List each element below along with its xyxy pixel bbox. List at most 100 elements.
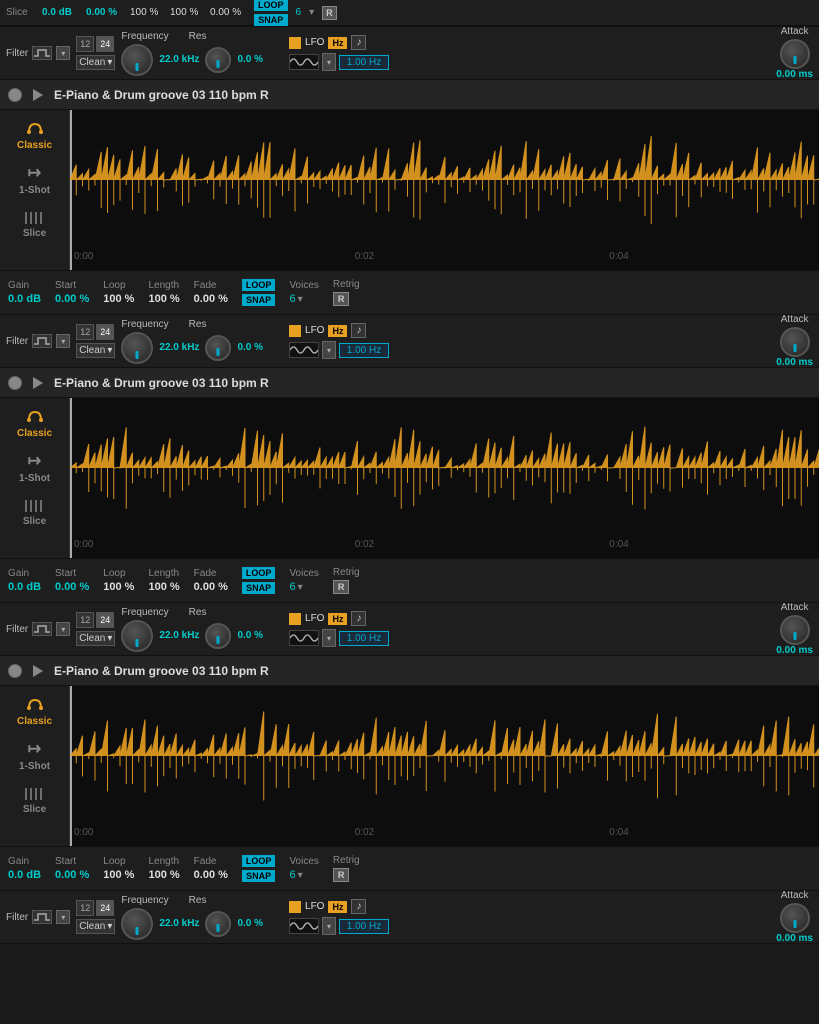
slice-btn-0[interactable]: Slice xyxy=(23,210,46,239)
loop-val-top[interactable]: 100 % xyxy=(130,7,162,18)
res-val-0[interactable]: 0.0 % xyxy=(237,54,263,65)
bit12-btn-track-0[interactable]: 12 xyxy=(76,324,94,340)
attack-knob-0[interactable] xyxy=(780,39,810,69)
oneshot-btn-2[interactable]: ↦ 1-Shot xyxy=(19,739,50,772)
voices-arrow-0[interactable]: ▾ xyxy=(298,294,303,305)
fade-val-2[interactable]: 0.00 % xyxy=(194,869,228,881)
clean-dropdown-0[interactable]: Clean ▾ xyxy=(76,55,115,70)
hz-btn-0[interactable]: Hz xyxy=(328,37,347,49)
attack-val-0[interactable]: 0.00 ms xyxy=(776,69,813,80)
freq-knob-track-0[interactable] xyxy=(121,332,153,364)
attack-knob-track-1[interactable] xyxy=(780,615,810,645)
start-val-0[interactable]: 0.00 % xyxy=(55,293,89,305)
length-val-1[interactable]: 100 % xyxy=(148,581,179,593)
filter-dropdown-track-2[interactable]: ▾ xyxy=(56,910,70,924)
wave-dropdown-track-1[interactable]: ▾ xyxy=(322,629,336,647)
wave-display-track-2[interactable] xyxy=(289,918,319,934)
start-val-2[interactable]: 0.00 % xyxy=(55,869,89,881)
track-status-circle-0[interactable] xyxy=(8,88,22,102)
filter-dropdown-0[interactable]: ▾ xyxy=(56,46,70,60)
gain-val-1[interactable]: 0.0 dB xyxy=(8,581,41,593)
classic-btn-1[interactable]: Classic xyxy=(17,406,52,439)
clean-dropdown-track-0[interactable]: Clean ▾ xyxy=(76,343,115,358)
wave-display-track-1[interactable] xyxy=(289,630,319,646)
attack-knob-track-0[interactable] xyxy=(780,327,810,357)
snap-button-1[interactable]: SNAP xyxy=(242,582,276,594)
res-val-track-1[interactable]: 0.0 % xyxy=(237,630,263,641)
oneshot-btn-0[interactable]: ↦ 1-Shot xyxy=(19,163,50,196)
slice-btn-2[interactable]: Slice xyxy=(23,786,46,815)
freq-knob-track-2[interactable] xyxy=(121,908,153,940)
gain-val-top[interactable]: 0.0 dB xyxy=(42,7,78,18)
hz-btn-track-2[interactable]: Hz xyxy=(328,901,347,913)
classic-btn-2[interactable]: Classic xyxy=(17,694,52,727)
start-val-1[interactable]: 0.00 % xyxy=(55,581,89,593)
freq-val-track-1[interactable]: 22.0 kHz xyxy=(159,630,199,641)
attack-val-track-1[interactable]: 0.00 ms xyxy=(776,645,813,656)
freq-knob-track-1[interactable] xyxy=(121,620,153,652)
filter-type-icon-0[interactable] xyxy=(32,46,52,60)
loop-button-top[interactable]: LOOP xyxy=(254,0,288,11)
waveform-area-2[interactable]: 0:00 0:02 0:04 xyxy=(70,686,819,846)
note-btn-track-2[interactable]: ♪ xyxy=(351,899,366,914)
wave-dropdown-track-2[interactable]: ▾ xyxy=(322,917,336,935)
voices-arrow-top[interactable]: ▾ xyxy=(309,7,314,18)
attack-val-track-2[interactable]: 0.00 ms xyxy=(776,933,813,944)
retrig-button-2[interactable]: R xyxy=(333,868,350,882)
note-btn-track-0[interactable]: ♪ xyxy=(351,323,366,338)
freq-val-0[interactable]: 22.0 kHz xyxy=(159,54,199,65)
gain-val-0[interactable]: 0.0 dB xyxy=(8,293,41,305)
classic-btn-0[interactable]: Classic xyxy=(17,118,52,151)
start-val-top[interactable]: 0.00 % xyxy=(86,7,122,18)
bit12-btn-track-2[interactable]: 12 xyxy=(76,900,94,916)
bit24-btn-track-1[interactable]: 24 xyxy=(96,612,114,628)
gain-val-2[interactable]: 0.0 dB xyxy=(8,869,41,881)
bit12-btn-track-1[interactable]: 12 xyxy=(76,612,94,628)
hz-btn-track-1[interactable]: Hz xyxy=(328,613,347,625)
hz-val-track-1[interactable]: 1.00 Hz xyxy=(339,631,389,646)
res-val-track-0[interactable]: 0.0 % xyxy=(237,342,263,353)
retrig-button-0[interactable]: R xyxy=(333,292,350,306)
retrig-button-top[interactable]: R xyxy=(322,6,337,20)
hz-val-0[interactable]: 1.00 Hz xyxy=(339,55,389,70)
play-button-2[interactable] xyxy=(30,663,46,679)
oneshot-btn-1[interactable]: ↦ 1-Shot xyxy=(19,451,50,484)
length-val-top[interactable]: 100 % xyxy=(170,7,202,18)
waveform-area-0[interactable]: 0:00 0:02 0:04 xyxy=(70,110,819,270)
play-button-1[interactable] xyxy=(30,375,46,391)
freq-val-track-2[interactable]: 22.0 kHz xyxy=(159,918,199,929)
attack-val-track-0[interactable]: 0.00 ms xyxy=(776,357,813,368)
attack-knob-track-2[interactable] xyxy=(780,903,810,933)
res-knob-track-2[interactable] xyxy=(205,911,231,937)
length-val-0[interactable]: 100 % xyxy=(148,293,179,305)
bit12-btn-0[interactable]: 12 xyxy=(76,36,94,52)
voices-arrow-2[interactable]: ▾ xyxy=(298,870,303,881)
hz-val-track-2[interactable]: 1.00 Hz xyxy=(339,919,389,934)
clean-dropdown-track-2[interactable]: Clean ▾ xyxy=(76,919,115,934)
wave-dropdown-track-0[interactable]: ▾ xyxy=(322,341,336,359)
hz-btn-track-0[interactable]: Hz xyxy=(328,325,347,337)
voices-val-top[interactable]: 6 xyxy=(296,7,302,18)
voices-arrow-1[interactable]: ▾ xyxy=(298,582,303,593)
snap-button-2[interactable]: SNAP xyxy=(242,870,276,882)
snap-button-0[interactable]: SNAP xyxy=(242,294,276,306)
track-status-circle-1[interactable] xyxy=(8,376,22,390)
fade-val-top[interactable]: 0.00 % xyxy=(210,7,246,18)
bit24-btn-track-0[interactable]: 24 xyxy=(96,324,114,340)
loop-button-1[interactable]: LOOP xyxy=(242,567,276,579)
filter-dropdown-track-0[interactable]: ▾ xyxy=(56,334,70,348)
play-button-0[interactable] xyxy=(30,87,46,103)
wave-display-track-0[interactable] xyxy=(289,342,319,358)
waveform-area-1[interactable]: 0:00 0:02 0:04 xyxy=(70,398,819,558)
note-btn-track-1[interactable]: ♪ xyxy=(351,611,366,626)
loop-val-0[interactable]: 100 % xyxy=(103,293,134,305)
slice-btn-1[interactable]: Slice xyxy=(23,498,46,527)
filter-type-icon-track-0[interactable] xyxy=(32,334,52,348)
track-status-circle-2[interactable] xyxy=(8,664,22,678)
freq-val-track-0[interactable]: 22.0 kHz xyxy=(159,342,199,353)
loop-button-0[interactable]: LOOP xyxy=(242,279,276,291)
filter-type-icon-track-2[interactable] xyxy=(32,910,52,924)
bit24-btn-0[interactable]: 24 xyxy=(96,36,114,52)
fade-val-0[interactable]: 0.00 % xyxy=(194,293,228,305)
res-knob-0[interactable] xyxy=(205,47,231,73)
